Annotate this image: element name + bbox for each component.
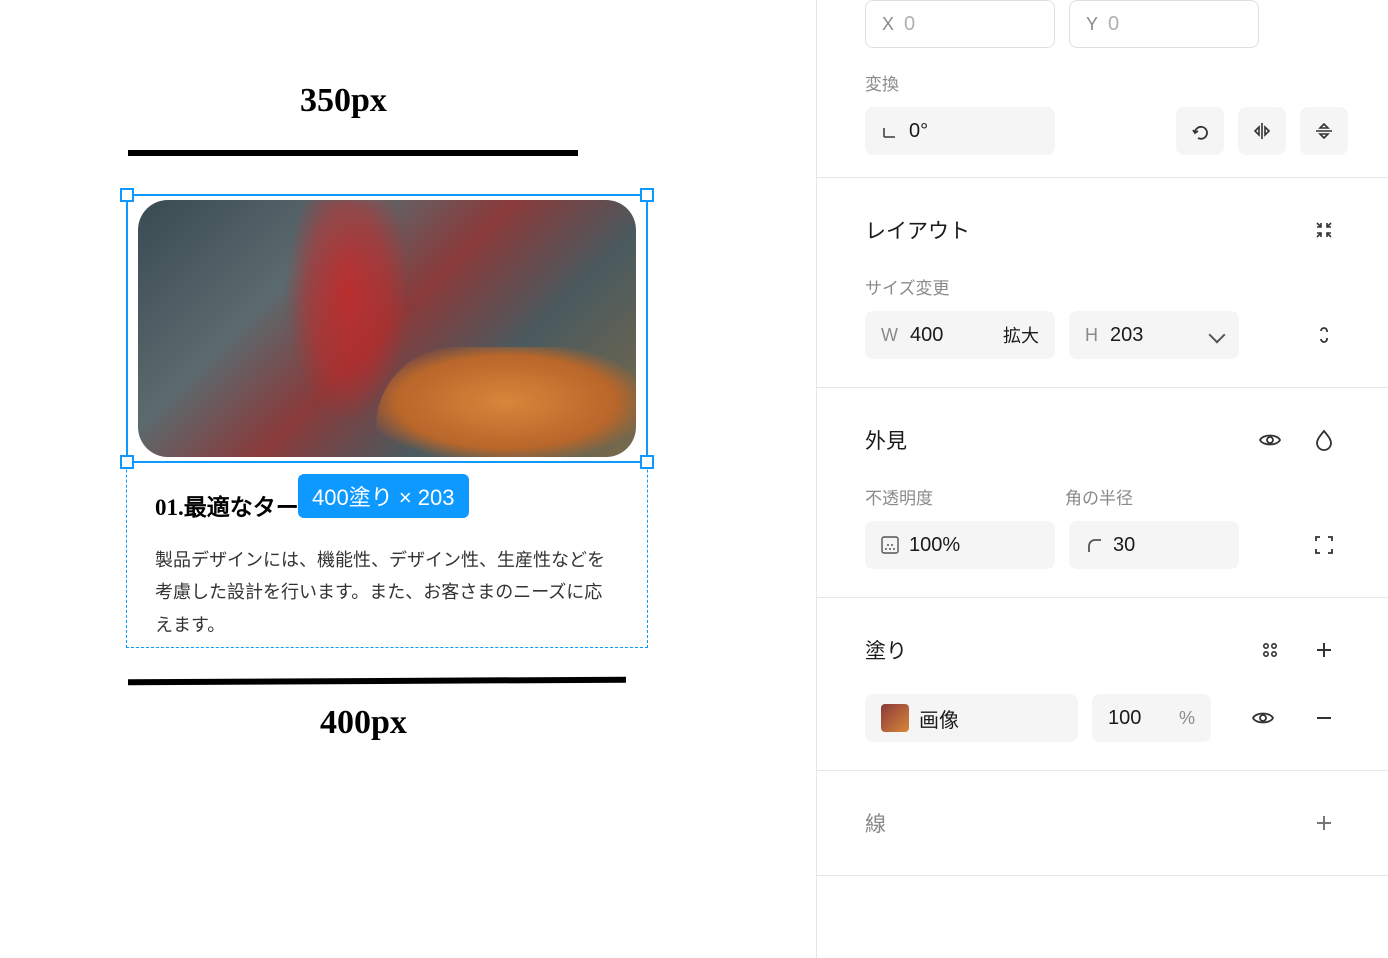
height-value: 203 xyxy=(1110,324,1143,347)
grid-dots-icon xyxy=(1260,640,1280,660)
position-y-field[interactable]: Y 0 xyxy=(1069,0,1259,48)
visibility-toggle-button[interactable] xyxy=(1246,416,1294,464)
resize-handle-tr[interactable] xyxy=(640,188,654,202)
resize-handle-tl[interactable] xyxy=(120,188,134,202)
collapse-layout-button[interactable] xyxy=(1300,206,1348,254)
stroke-section-title: 線 xyxy=(865,808,886,838)
flip-h-icon xyxy=(1251,120,1273,142)
link-broken-icon xyxy=(1315,324,1333,346)
position-x-value: 0 xyxy=(904,13,915,36)
individual-corners-button[interactable] xyxy=(1300,521,1348,569)
resize-handle-bl[interactable] xyxy=(120,455,134,469)
blend-mode-button[interactable] xyxy=(1300,416,1348,464)
opacity-value: 100% xyxy=(909,534,960,557)
fill-opacity-field[interactable]: 100 % xyxy=(1092,694,1211,742)
annotation-bottom-rule xyxy=(128,677,626,686)
flip-vertical-button[interactable] xyxy=(1300,107,1348,155)
add-fill-button[interactable] xyxy=(1300,626,1348,674)
flip-horizontal-button[interactable] xyxy=(1238,107,1286,155)
fill-styles-button[interactable] xyxy=(1246,626,1294,674)
opacity-label: 不透明度 xyxy=(865,484,933,509)
angle-icon xyxy=(881,122,899,140)
fill-thumbnail xyxy=(881,704,909,732)
opacity-field[interactable]: 100% xyxy=(865,521,1055,569)
selection-size-badge: 400塗り × 203 xyxy=(298,474,469,518)
minus-icon xyxy=(1314,708,1334,728)
corners-icon xyxy=(1313,534,1335,556)
position-y-label: Y xyxy=(1086,14,1098,35)
annotation-top-rule xyxy=(128,150,578,156)
width-mode: 拡大 xyxy=(1003,322,1039,348)
canvas-area[interactable]: 350px 01.最適なターゲット設定 製品デザインには、機能性、デザイン性、生… xyxy=(0,0,816,958)
plus-icon xyxy=(1314,813,1334,833)
fill-section-title: 塗り xyxy=(865,635,907,665)
fill-type-field[interactable]: 画像 xyxy=(865,694,1078,742)
eye-icon xyxy=(1251,709,1275,727)
collapse-icon xyxy=(1314,220,1334,240)
appearance-section-title: 外見 xyxy=(865,425,907,455)
fill-visibility-button[interactable] xyxy=(1239,694,1286,742)
width-field[interactable]: W 400 拡大 xyxy=(865,311,1055,359)
fill-opacity-unit: % xyxy=(1179,708,1195,729)
rotation-field[interactable]: 0° xyxy=(865,107,1055,155)
flip-v-icon xyxy=(1313,120,1335,142)
inspector-panel: X 0 Y 0 変換 0° xyxy=(816,0,1388,958)
position-x-field[interactable]: X 0 xyxy=(865,0,1055,48)
rotate-icon xyxy=(1189,120,1211,142)
rotate-90-button[interactable] xyxy=(1176,107,1224,155)
width-label: W xyxy=(881,325,898,346)
link-dimensions-button[interactable] xyxy=(1300,311,1348,359)
selection-box[interactable] xyxy=(126,194,648,463)
rotation-value: 0° xyxy=(909,120,928,143)
add-stroke-button[interactable] xyxy=(1300,799,1348,847)
corner-radius-field[interactable]: 30 xyxy=(1069,521,1239,569)
resize-handle-br[interactable] xyxy=(640,455,654,469)
resize-label: サイズ変更 xyxy=(865,274,1388,299)
width-value: 400 xyxy=(910,324,943,347)
position-x-label: X xyxy=(882,14,894,35)
fill-type-label: 画像 xyxy=(919,704,959,733)
layout-section-title: レイアウト xyxy=(865,215,970,245)
fill-opacity-value: 100 xyxy=(1108,707,1141,730)
corner-radius-value: 30 xyxy=(1113,534,1135,557)
eye-icon xyxy=(1258,431,1282,449)
position-y-value: 0 xyxy=(1108,13,1119,36)
remove-fill-button[interactable] xyxy=(1301,694,1348,742)
annotation-bottom-label: 400px xyxy=(320,704,407,742)
droplet-icon xyxy=(1314,429,1334,451)
transform-section-label: 変換 xyxy=(865,70,1388,95)
height-label: H xyxy=(1085,325,1098,346)
plus-icon xyxy=(1314,640,1334,660)
chevron-down-icon xyxy=(1209,327,1226,344)
height-field[interactable]: H 203 xyxy=(1069,311,1239,359)
annotation-top-label: 350px xyxy=(300,82,387,120)
opacity-icon xyxy=(881,536,899,554)
radius-label: 角の半径 xyxy=(1065,484,1133,509)
corner-icon xyxy=(1085,536,1103,554)
